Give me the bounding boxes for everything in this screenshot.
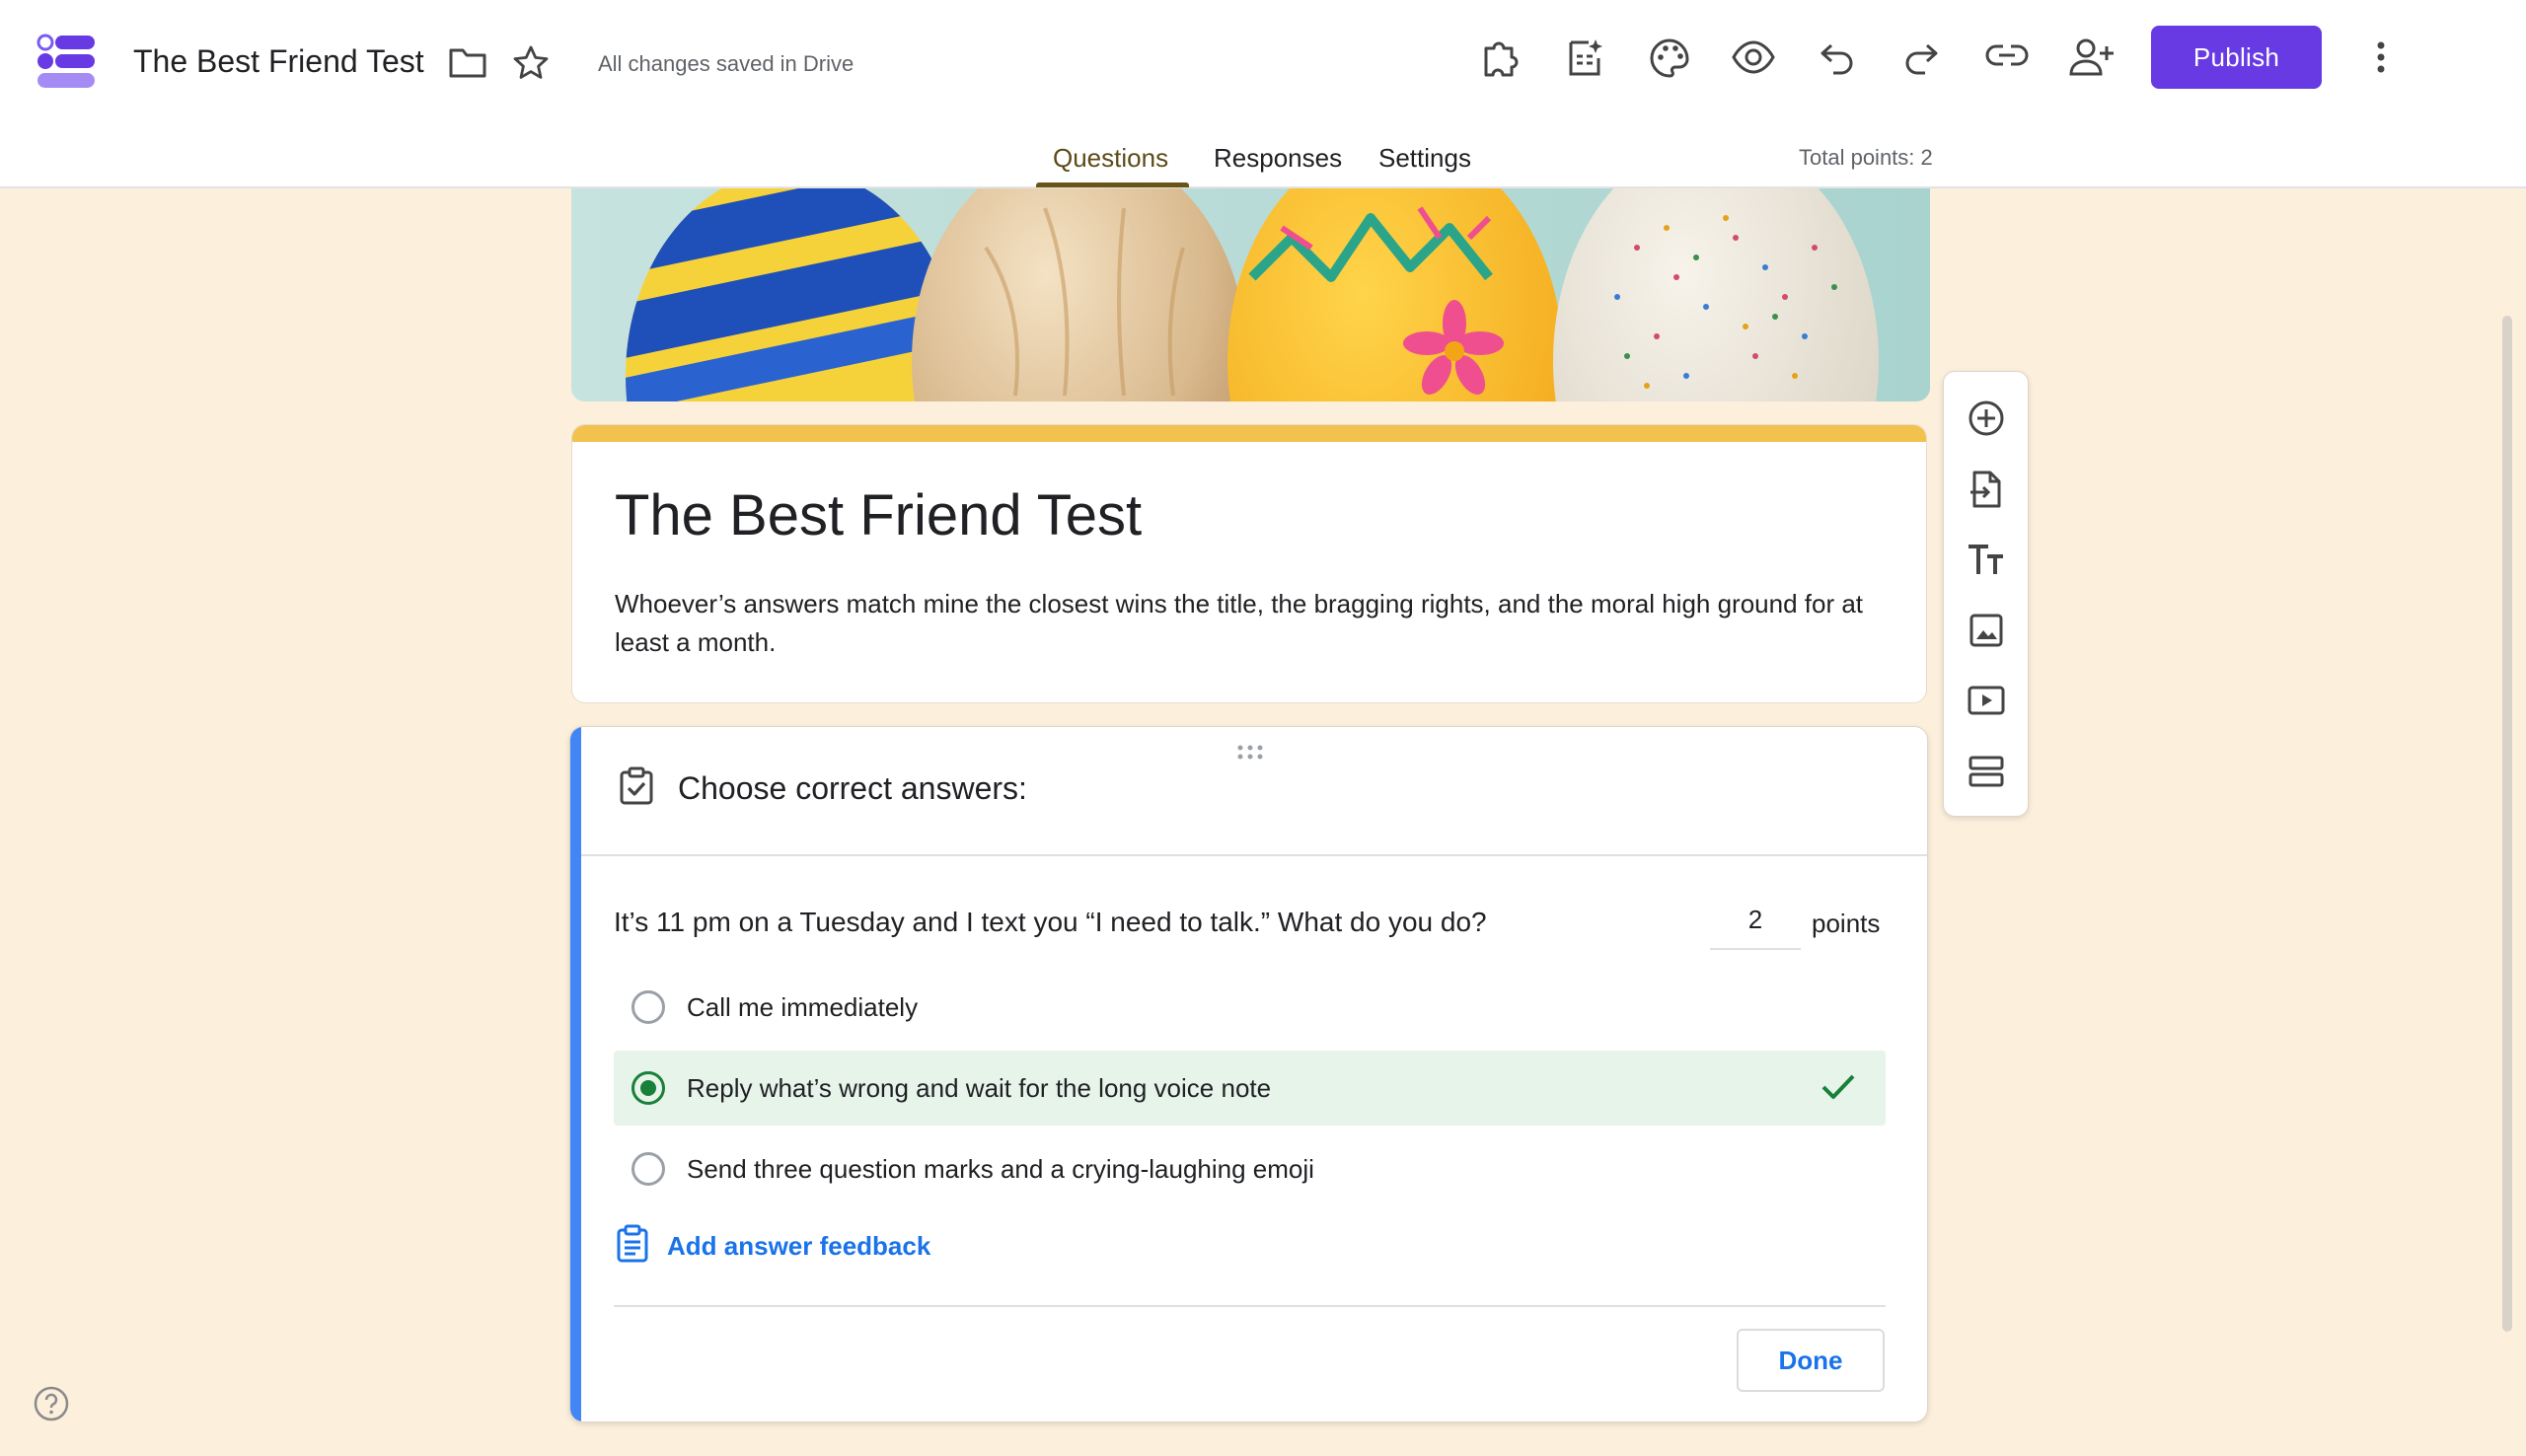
points-input[interactable]: 2 [1710,895,1801,950]
feedback-clipboard-icon [616,1224,649,1269]
option-label: Call me immediately [687,991,919,1022]
preview-icon[interactable] [1732,39,1775,75]
add-image-icon[interactable] [1958,602,2015,659]
floating-toolbar [1943,371,2029,817]
question-card[interactable]: Choose correct answers: It’s 11 pm on a … [569,726,1928,1422]
header-banner-image [571,188,1930,401]
radio-button[interactable] [632,1152,665,1186]
active-card-indicator [570,727,581,1421]
palette-icon[interactable] [1648,36,1691,80]
divider [614,1305,1886,1307]
form-title-card[interactable]: The Best Friend Test Whoever’s answers m… [571,424,1927,703]
title-card-accent [572,425,1926,442]
import-questions-icon[interactable] [1958,461,2015,518]
link-icon[interactable] [1985,41,2029,69]
form-description[interactable]: Whoever’s answers match mine the closest… [615,585,1888,662]
active-tab-indicator [1036,182,1189,187]
save-status: All changes saved in Drive [598,51,854,76]
correct-check-icon [1820,1072,1856,1107]
radio-button-checked[interactable] [632,1071,665,1105]
star-icon[interactable] [512,44,550,80]
done-button[interactable]: Done [1737,1329,1885,1392]
option-label: Reply what’s wrong and wait for the long… [687,1072,1272,1103]
radio-button[interactable] [632,990,665,1024]
document-title[interactable]: The Best Friend Test [133,43,424,80]
drag-handle-icon[interactable] [1233,743,1267,763]
answer-key-header: Choose correct answers: [619,766,1027,811]
help-icon[interactable] [33,1385,70,1427]
answer-option[interactable]: Send three question marks and a crying-l… [614,1131,1886,1206]
folder-icon[interactable] [448,45,487,79]
answer-option-correct[interactable]: Reply what’s wrong and wait for the long… [614,1051,1886,1126]
undo-icon[interactable] [1818,39,1857,75]
form-title[interactable]: The Best Friend Test [615,482,1142,548]
feedback-label: Add answer feedback [667,1231,931,1261]
tab-settings[interactable]: Settings [1378,143,1471,174]
add-video-icon[interactable] [1958,672,2015,729]
addons-icon[interactable] [1478,36,1522,80]
divider [581,854,1927,856]
tab-responses[interactable]: Responses [1214,143,1342,174]
forms-logo-icon[interactable] [36,33,97,90]
redo-icon[interactable] [1901,39,1941,75]
answer-key-title: Choose correct answers: [678,770,1027,806]
add-answer-feedback-button[interactable]: Add answer feedback [616,1224,930,1269]
question-text: It’s 11 pm on a Tuesday and I text you “… [614,907,1487,937]
answer-option[interactable]: Call me immediately [614,970,1886,1045]
more-vert-icon[interactable] [2371,39,2391,75]
total-points: Total points: 2 [1799,145,1933,170]
ai-suggest-icon[interactable] [1563,36,1606,80]
option-label: Send three question marks and a crying-l… [687,1153,1314,1184]
points-label: points [1812,909,1881,938]
add-collaborator-icon[interactable] [2069,36,2115,78]
top-app-bar: The Best Friend Test All changes saved i… [0,0,2526,188]
add-title-description-icon[interactable] [1958,531,2015,588]
page-scrollbar[interactable] [2502,316,2512,1332]
tab-questions[interactable]: Questions [1053,143,1168,174]
publish-button[interactable]: Publish [2151,26,2322,89]
add-question-icon[interactable] [1958,390,2015,447]
add-section-icon[interactable] [1958,743,2015,800]
answer-key-checklist-icon [619,766,654,811]
